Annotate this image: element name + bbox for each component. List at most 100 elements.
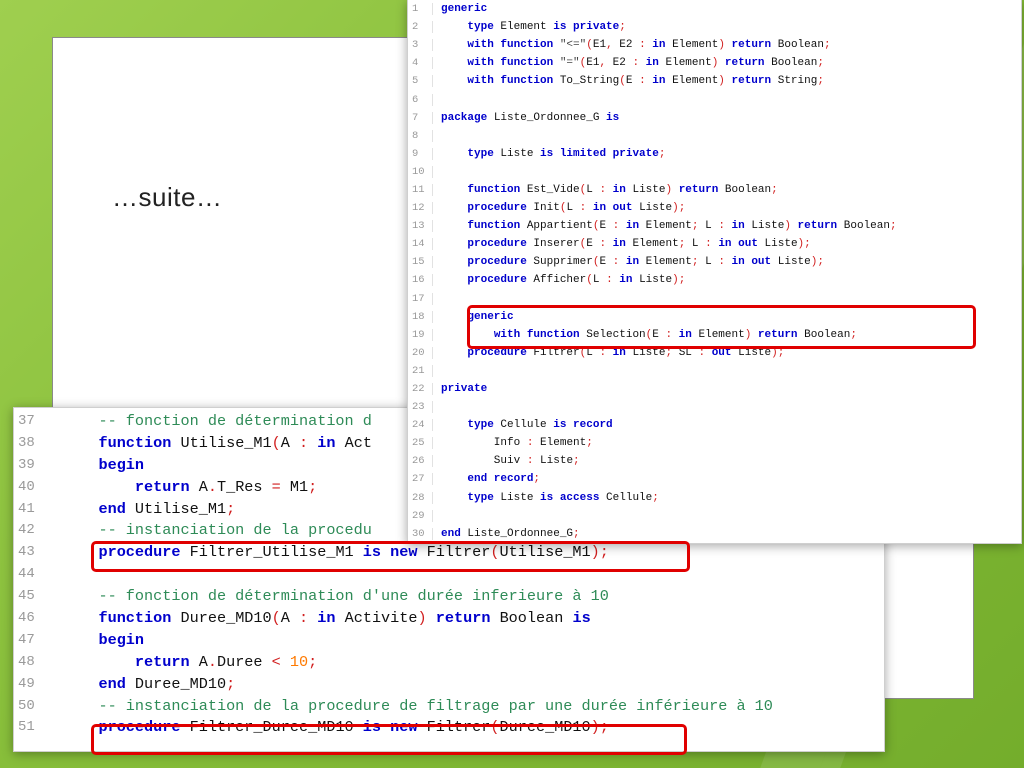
code-token: A: [280, 433, 300, 452]
code-token: Liste: [625, 183, 666, 196]
code-token: SL: [672, 346, 699, 359]
code-token: ;: [850, 328, 857, 341]
code-token: Liste: [493, 147, 541, 160]
code-token: :: [718, 256, 725, 269]
code-token: );: [810, 256, 824, 269]
code-line: 43 procedure Filtrer_Utilise_M1 is new F…: [14, 541, 884, 563]
code-line: 24 type Cellule is record: [408, 416, 1021, 434]
code-line: 21: [408, 362, 1021, 380]
code-token: ;: [226, 674, 236, 693]
line-number: 4: [408, 57, 433, 70]
line-code: Info : Element;: [441, 437, 1021, 449]
code-token: Boolean: [797, 328, 851, 341]
code-token: Liste: [632, 202, 673, 215]
code-token: (: [619, 75, 626, 88]
code-token: is new: [362, 718, 418, 737]
code-panel-top: 1 generic 2 type Element is private; 3 with…: [407, 0, 1022, 544]
code-line: 49 end Duree_MD10;: [14, 673, 884, 695]
line-number: 40: [18, 478, 35, 495]
code-token: =: [271, 477, 281, 496]
line-number: 51: [18, 719, 35, 736]
code-token: );: [672, 202, 686, 215]
code-token: in: [639, 57, 659, 70]
line-code: procedure Supprimer(E : in Element; L : …: [441, 256, 1021, 268]
code-token: ;: [586, 437, 593, 450]
code-token: Liste: [771, 256, 811, 269]
line-code: procedure Filtrer_Duree_MD10 is new Filt…: [62, 718, 884, 736]
code-line: 16 procedure Afficher(L : in Liste);: [408, 271, 1021, 289]
code-token: ;: [533, 473, 541, 486]
code-token: return: [751, 328, 798, 341]
code-token: with function: [467, 39, 554, 52]
line-number: 2: [408, 21, 433, 34]
line-number: 37: [18, 412, 35, 429]
code-token: Filtrer: [417, 718, 491, 737]
line-code: end record;: [441, 473, 1021, 485]
code-token: return: [718, 57, 765, 70]
code-lines: 1 generic 2 type Element is private; 3 with…: [408, 0, 1021, 543]
line-code: with function "<="(E1, E2 : in Element) …: [441, 39, 1021, 51]
line-number: 14: [408, 238, 433, 251]
line-number: 11: [408, 183, 433, 196]
code-token: procedure: [467, 202, 527, 215]
line-code: function Appartient(E : in Element; L : …: [441, 220, 1021, 232]
line-number: 21: [408, 364, 433, 377]
code-token: Selection: [579, 328, 646, 341]
code-line: 15 procedure Supprimer(E : in Element; L…: [408, 253, 1021, 271]
code-token: generic: [441, 3, 488, 16]
code-token: Appartient: [520, 220, 593, 233]
code-token: begin: [98, 630, 145, 649]
code-token: "<=": [553, 39, 587, 52]
code-token: is private: [553, 21, 620, 34]
code-token: Filtrer_Duree_MD10: [180, 718, 363, 737]
code-token: E1: [592, 39, 607, 52]
code-token: Element: [665, 39, 719, 52]
code-token: L: [586, 183, 600, 196]
line-code: Suiv : Liste;: [441, 455, 1021, 467]
code-token: Utilise_M1: [125, 499, 227, 518]
code-token: E: [599, 256, 613, 269]
code-token: :: [639, 75, 646, 88]
code-line: 29: [408, 507, 1021, 525]
code-token: .: [207, 477, 217, 496]
code-token: Duree_MD10: [499, 718, 591, 737]
code-token: in: [645, 39, 666, 52]
code-token: Liste_Ordonnee_G: [460, 527, 574, 540]
line-number: 23: [408, 401, 433, 414]
code-token: Boolean: [764, 57, 818, 70]
line-code: private: [441, 383, 1021, 395]
code-token: A: [189, 477, 208, 496]
code-token: return: [790, 220, 838, 233]
code-token: ;: [573, 455, 580, 468]
line-code: with function "="(E1, E2 : in Element) r…: [441, 57, 1021, 69]
code-token: procedure: [467, 256, 527, 269]
code-token: ;: [691, 220, 699, 233]
code-token: ): [718, 75, 725, 88]
line-code: procedure Init(L : in out Liste);: [441, 202, 1021, 214]
code-token: ;: [823, 39, 831, 52]
code-token: in out: [724, 256, 772, 269]
line-number: 46: [18, 609, 35, 626]
line-code: end Duree_MD10;: [62, 675, 884, 693]
code-token: A: [280, 608, 300, 627]
code-line: 3 with function "<="(E1, E2 : in Element…: [408, 36, 1021, 54]
code-line: 11 function Est_Vide(L : in Liste) retur…: [408, 181, 1021, 199]
line-number: 43: [18, 544, 35, 561]
code-token: ;: [226, 499, 236, 518]
code-token: A: [189, 652, 208, 671]
code-token: -- instanciation de la procedure de filt…: [98, 696, 773, 715]
code-token: T_Res: [216, 477, 272, 496]
code-token: Utilise_M1: [499, 543, 591, 562]
code-token: with function: [493, 328, 580, 341]
